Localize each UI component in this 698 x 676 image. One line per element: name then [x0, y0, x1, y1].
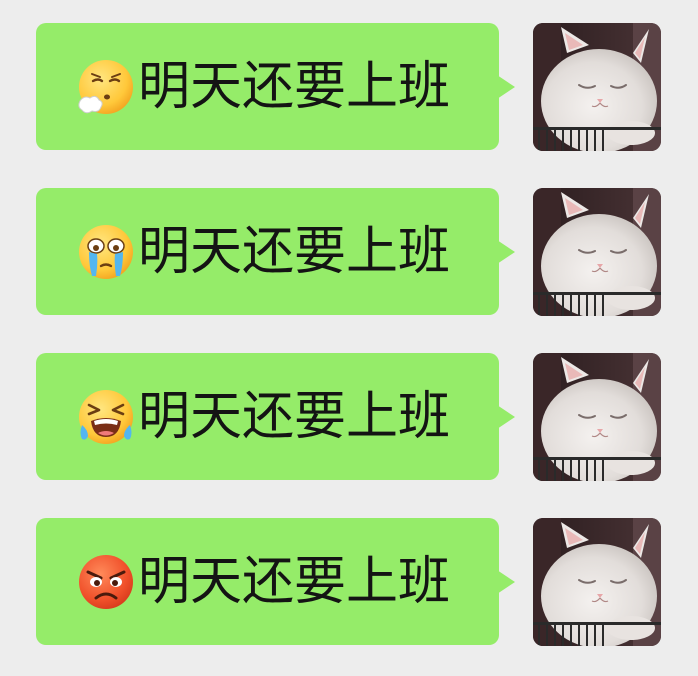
- message-row: 明天还要上班: [0, 188, 698, 316]
- bubble-tail: [497, 240, 515, 264]
- bawling-face-icon: [79, 389, 133, 444]
- message-row: 明天还要上班: [0, 518, 698, 646]
- message-text: 明天还要上班: [138, 221, 451, 282]
- message-bubble[interactable]: 明天还要上班: [36, 353, 499, 480]
- bubble-tail: [497, 405, 515, 429]
- bubble-tail: [497, 570, 515, 594]
- angry-face-icon: [79, 554, 133, 609]
- message-text: 明天还要上班: [138, 551, 451, 612]
- sleepy-white-cat-avatar[interactable]: [533, 518, 661, 646]
- message-bubble[interactable]: 明天还要上班: [36, 518, 499, 645]
- message-row: 明天还要上班: [0, 23, 698, 151]
- tearful-face-icon: [79, 224, 133, 279]
- exhale-face-icon: [78, 59, 133, 114]
- message-bubble[interactable]: 明天还要上班: [36, 188, 499, 315]
- message-row: 明天还要上班: [0, 353, 698, 481]
- sleepy-white-cat-avatar[interactable]: [533, 188, 661, 316]
- message-text: 明天还要上班: [138, 386, 451, 447]
- sleepy-white-cat-avatar[interactable]: [533, 353, 661, 481]
- message-bubble[interactable]: 明天还要上班: [36, 23, 499, 150]
- bubble-tail: [497, 75, 515, 99]
- message-text: 明天还要上班: [138, 56, 451, 117]
- sleepy-white-cat-avatar[interactable]: [533, 23, 661, 151]
